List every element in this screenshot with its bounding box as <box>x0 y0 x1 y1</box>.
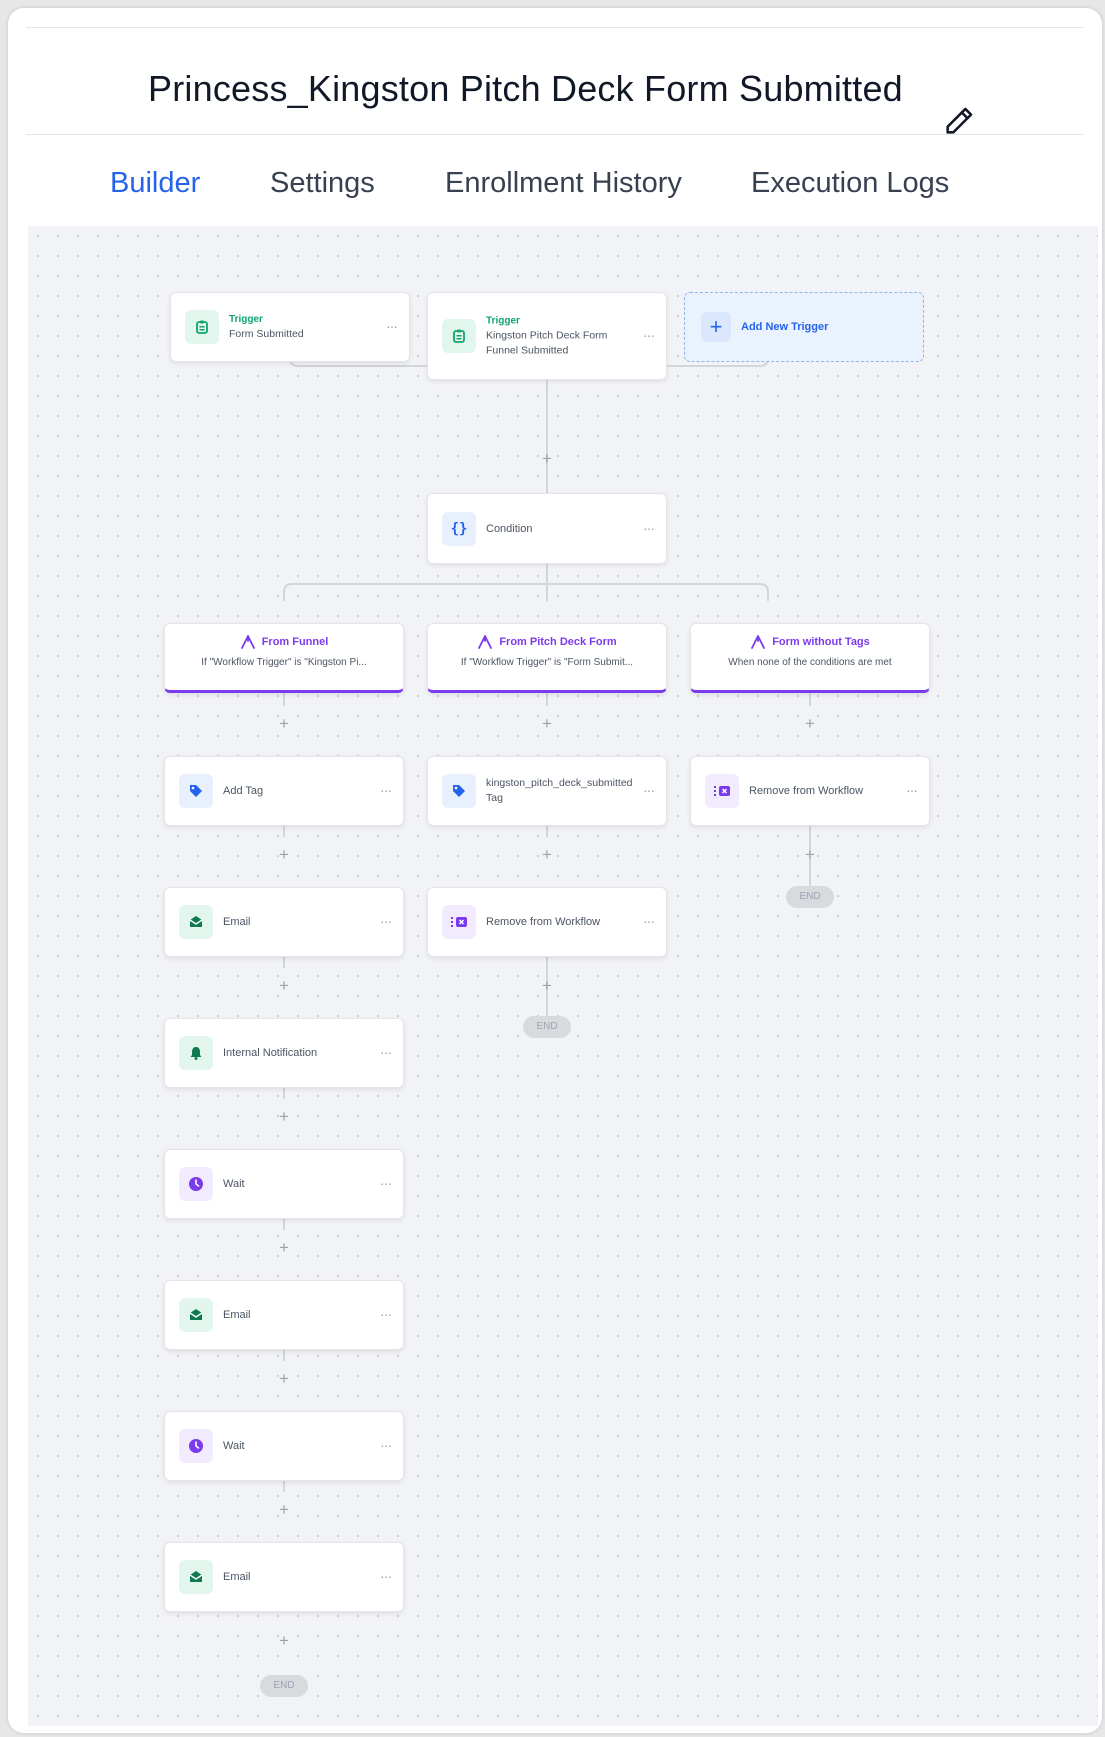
end-marker: END <box>523 1016 571 1038</box>
branch-icon <box>478 635 493 649</box>
branch-icon <box>240 635 255 649</box>
action-label: Internal Notification <box>223 1047 318 1059</box>
branch-from-pitch-deck-form[interactable]: From Pitch Deck Form If "Workflow Trigge… <box>427 623 667 693</box>
tab-settings[interactable]: Settings <box>270 167 375 200</box>
clipboard-icon <box>185 310 219 344</box>
add-step-plus-icon[interactable]: + <box>276 846 292 863</box>
add-step-plus-icon[interactable]: + <box>276 1239 292 1256</box>
remove-workflow-icon <box>705 774 739 808</box>
action-label: Email <box>223 916 251 928</box>
more-options-icon[interactable]: ··· <box>643 327 655 343</box>
workflow-title: Princess_Kingston Pitch Deck Form Submit… <box>148 68 903 109</box>
more-options-icon[interactable]: ··· <box>643 782 655 798</box>
clipboard-icon <box>442 319 476 353</box>
add-step-plus-icon[interactable]: + <box>539 846 555 863</box>
action-label: Wait <box>223 1178 245 1190</box>
action-label: kingston_pitch_deck_submitted Tag <box>486 777 633 804</box>
braces-icon: {} <box>442 511 476 546</box>
more-options-icon[interactable]: ··· <box>380 782 392 798</box>
action-node-email[interactable]: Email ··· <box>164 1542 404 1612</box>
workflow-header: Princess_Kingston Pitch Deck Form Submit… <box>8 44 1102 134</box>
action-label: Remove from Workflow <box>749 785 864 797</box>
workflow-canvas[interactable]: Trigger Form Submitted ··· Trigger Kingsto… <box>28 226 1098 1726</box>
remove-workflow-icon <box>442 905 476 939</box>
add-step-plus-icon[interactable]: + <box>276 1370 292 1387</box>
envelope-icon <box>179 1298 213 1332</box>
more-options-icon[interactable]: ··· <box>380 1044 392 1060</box>
clock-icon <box>179 1167 213 1201</box>
branch-icon <box>751 635 766 649</box>
more-options-icon[interactable]: ··· <box>386 318 398 334</box>
add-step-plus-icon[interactable]: + <box>539 715 555 732</box>
divider <box>26 27 1084 28</box>
action-node-internal-notification[interactable]: Internal Notification ··· <box>164 1018 404 1088</box>
more-options-icon[interactable]: ··· <box>380 913 392 929</box>
plus-icon: + <box>701 312 731 342</box>
tag-icon <box>442 774 476 808</box>
tab-enrollment-history[interactable]: Enrollment History <box>445 167 682 200</box>
more-options-icon[interactable]: ··· <box>380 1306 392 1322</box>
add-step-plus-icon[interactable]: + <box>539 977 555 994</box>
more-options-icon[interactable]: ··· <box>906 782 918 798</box>
action-label: Wait <box>223 1440 245 1452</box>
action-node-wait[interactable]: Wait ··· <box>164 1149 404 1219</box>
envelope-icon <box>179 1560 213 1594</box>
action-node-remove-from-workflow[interactable]: Remove from Workflow ··· <box>427 887 667 957</box>
more-options-icon[interactable]: ··· <box>380 1437 392 1453</box>
action-label: Email <box>223 1571 251 1583</box>
add-step-plus-icon[interactable]: + <box>276 1108 292 1125</box>
bell-icon <box>179 1036 213 1070</box>
end-marker: END <box>260 1675 308 1697</box>
branch-title: From Funnel <box>261 636 329 648</box>
trigger-label: Form Submitted <box>229 328 304 340</box>
envelope-icon <box>179 905 213 939</box>
tab-bar: Builder Settings Enrollment History Exec… <box>8 134 1102 234</box>
more-options-icon[interactable]: ··· <box>380 1175 392 1191</box>
trigger-heading: Trigger <box>229 314 263 325</box>
action-node-email[interactable]: Email ··· <box>164 887 404 957</box>
connector-lines <box>283 300 811 1612</box>
add-step-plus-icon[interactable]: + <box>276 977 292 994</box>
pencil-edit-icon[interactable] <box>942 104 976 138</box>
add-step-plus-icon[interactable]: + <box>276 715 292 732</box>
branch-title: Form without Tags <box>772 636 870 648</box>
tab-execution-logs[interactable]: Execution Logs <box>751 167 949 200</box>
more-options-icon[interactable]: ··· <box>380 1568 392 1584</box>
add-step-plus-icon[interactable]: + <box>276 1501 292 1518</box>
action-node-add-tag[interactable]: kingston_pitch_deck_submitted Tag ··· <box>427 756 667 826</box>
clock-icon <box>179 1429 213 1463</box>
action-node-email[interactable]: Email ··· <box>164 1280 404 1350</box>
add-step-plus-icon[interactable]: + <box>539 450 555 467</box>
trigger-label: Kingston Pitch Deck Form Funnel Submitte… <box>486 329 608 357</box>
tag-icon <box>179 774 213 808</box>
branch-subtitle: If "Workflow Trigger" is "Kingston Pi... <box>201 657 367 668</box>
action-label: Email <box>223 1309 251 1321</box>
add-step-plus-icon[interactable]: + <box>276 1632 292 1649</box>
add-new-trigger-button[interactable]: + Add New Trigger <box>684 292 924 362</box>
add-trigger-label: Add New Trigger <box>741 321 829 333</box>
branch-title: From Pitch Deck Form <box>499 636 617 648</box>
trigger-node-kingston-funnel[interactable]: Trigger Kingston Pitch Deck Form Funnel S… <box>427 292 667 380</box>
more-options-icon[interactable]: ··· <box>643 520 655 536</box>
add-step-plus-icon[interactable]: + <box>802 715 818 732</box>
add-step-plus-icon[interactable]: + <box>802 846 818 863</box>
action-label: Add Tag <box>223 785 264 797</box>
action-node-add-tag[interactable]: Add Tag ··· <box>164 756 404 826</box>
more-options-icon[interactable]: ··· <box>643 913 655 929</box>
end-marker: END <box>786 886 834 908</box>
action-node-remove-from-workflow[interactable]: Remove from Workflow ··· <box>690 756 930 826</box>
branch-subtitle: When none of the conditions are met <box>728 657 892 668</box>
action-node-wait[interactable]: Wait ··· <box>164 1411 404 1481</box>
condition-node[interactable]: {} Condition ··· <box>427 493 667 564</box>
workflow-panel: Princess_Kingston Pitch Deck Form Submit… <box>8 8 1102 1733</box>
trigger-heading: Trigger <box>486 315 520 327</box>
branch-from-funnel[interactable]: From Funnel If "Workflow Trigger" is "Ki… <box>164 623 404 693</box>
branch-form-without-tags[interactable]: Form without Tags When none of the condi… <box>690 623 930 693</box>
condition-label: Condition <box>486 522 533 535</box>
trigger-node-form-submitted[interactable]: Trigger Form Submitted ··· <box>170 292 410 362</box>
action-label: Remove from Workflow <box>486 916 601 928</box>
tab-builder[interactable]: Builder <box>110 167 200 200</box>
branch-subtitle: If "Workflow Trigger" is "Form Submit... <box>460 657 634 668</box>
